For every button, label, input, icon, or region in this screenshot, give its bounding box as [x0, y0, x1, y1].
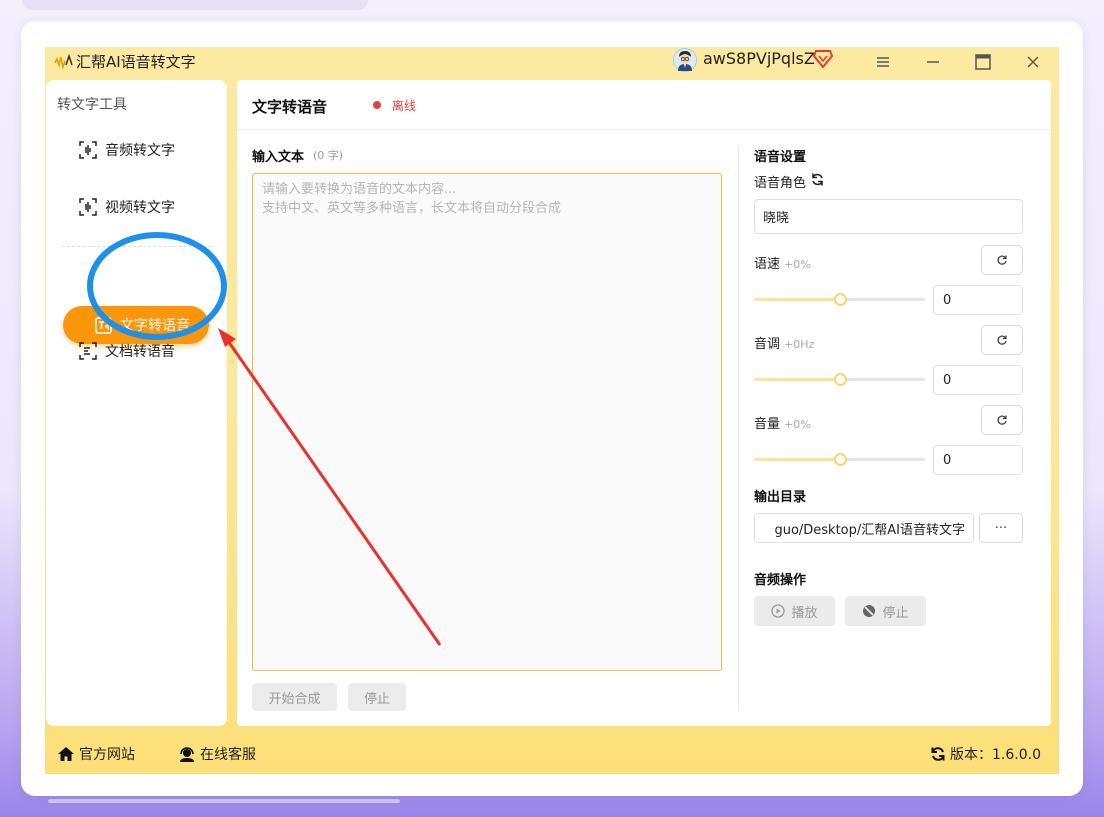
- volume-offset: +0%: [784, 418, 811, 431]
- vip-diamond-icon: [813, 50, 833, 68]
- speed-input[interactable]: 0: [933, 285, 1023, 315]
- pitch-slider[interactable]: [754, 372, 925, 386]
- version-label: 版本：1.6.0.0: [950, 747, 1041, 763]
- main-panel: 文字转语音 离线 输入文本 (0 字) 开始合成 停止 语音设置 语音角色 晓晓…: [237, 80, 1051, 726]
- start-synthesis-button[interactable]: 开始合成: [252, 683, 337, 711]
- voice-role-select[interactable]: 晓晓: [754, 199, 1023, 234]
- voice-role-text: 语音角色: [754, 176, 807, 191]
- voice-role-label: 语音角色: [754, 172, 806, 191]
- speed-label-text: 语速: [754, 257, 781, 272]
- stop-icon: [863, 605, 876, 617]
- status-badge: 离线: [392, 99, 417, 113]
- play-button[interactable]: 播放: [754, 596, 835, 626]
- reset-icon: [997, 255, 1007, 265]
- volume-slider[interactable]: [754, 452, 925, 466]
- sidebar-item-label: 文档转语音: [105, 344, 175, 360]
- sidebar-section-title: 转文字工具: [57, 97, 127, 113]
- app-title: 汇帮AI语音转文字: [76, 53, 196, 71]
- reset-speed-button[interactable]: [981, 245, 1023, 275]
- panel-header: 文字转语音 离线: [237, 80, 1051, 130]
- avatar[interactable]: [673, 48, 697, 72]
- stop-synthesis-button[interactable]: 停止: [348, 683, 406, 711]
- app-window: 汇帮AI语音转文字 awS8PVjPqlsZ 转文字工具 音频转文字 视频转文字…: [45, 47, 1059, 774]
- customer-service-icon: [180, 746, 194, 762]
- video-recognition-icon: [79, 198, 97, 216]
- official-website-link[interactable]: 官方网站: [57, 744, 135, 764]
- play-icon: [771, 604, 786, 618]
- scroll-indicator: [48, 799, 400, 803]
- minimize-icon[interactable]: [921, 50, 945, 74]
- reset-volume-button[interactable]: [981, 405, 1023, 435]
- version-info[interactable]: 版本：1.6.0.0: [930, 744, 1041, 764]
- sidebar-item-label: 音频转文字: [105, 143, 175, 159]
- app-logo-icon: [54, 53, 73, 71]
- panel-divider: [738, 146, 739, 711]
- pitch-label: 音调 +0Hz: [754, 333, 814, 352]
- refresh-voices-icon[interactable]: [810, 172, 825, 187]
- maximize-icon[interactable]: [971, 50, 995, 74]
- sidebar-item-label: 文字转语音: [120, 318, 190, 334]
- close-icon[interactable]: [1021, 50, 1045, 74]
- stop-audio-button[interactable]: 停止: [845, 596, 926, 626]
- volume-label-text: 音量: [754, 417, 781, 432]
- support-label: 在线客服: [200, 747, 256, 763]
- volume-label: 音量 +0%: [754, 413, 811, 432]
- output-dir-label: 输出目录: [754, 490, 807, 505]
- audio-ops-label: 音频操作: [754, 573, 807, 588]
- text-input[interactable]: [252, 173, 722, 671]
- pitch-label-text: 音调: [754, 337, 781, 352]
- status-dot: [373, 101, 381, 109]
- speed-label: 语速 +0%: [754, 253, 811, 272]
- sidebar-divider: [62, 246, 212, 247]
- pitch-offset: +0Hz: [784, 338, 815, 351]
- website-label: 官方网站: [79, 747, 135, 763]
- menu-icon[interactable]: [871, 50, 895, 74]
- pitch-input[interactable]: 0: [933, 365, 1023, 395]
- sidebar-item-video-to-text[interactable]: 视频转文字: [79, 195, 175, 219]
- update-icon: [931, 747, 945, 761]
- character-count: (0 字): [313, 149, 344, 162]
- play-label: 播放: [791, 605, 818, 621]
- speed-offset: +0%: [784, 258, 811, 271]
- title-bar: 汇帮AI语音转文字 awS8PVjPqlsZ: [45, 47, 1059, 77]
- reset-icon: [997, 335, 1007, 345]
- background-panel: [22, 0, 368, 10]
- home-icon: [58, 747, 74, 761]
- sidebar: 转文字工具 音频转文字 视频转文字 文字转语音 文档转语音: [46, 80, 227, 726]
- reset-icon: [997, 415, 1007, 425]
- stop-label: 停止: [882, 605, 909, 621]
- sidebar-item-audio-to-text[interactable]: 音频转文字: [79, 138, 175, 162]
- voice-settings-title: 语音设置: [754, 150, 807, 165]
- volume-input[interactable]: 0: [933, 445, 1023, 475]
- page-title: 文字转语音: [252, 98, 328, 116]
- input-text-label: 输入文本: [252, 150, 305, 165]
- browse-button[interactable]: ···: [979, 513, 1023, 543]
- audio-recognition-icon: [79, 141, 97, 159]
- sidebar-item-doc-to-speech[interactable]: 文档转语音: [79, 339, 175, 363]
- reset-pitch-button[interactable]: [981, 325, 1023, 355]
- document-speech-icon: [79, 342, 97, 360]
- sidebar-item-label: 视频转文字: [105, 200, 175, 216]
- speed-slider[interactable]: [754, 292, 925, 306]
- output-path-input[interactable]: guo/Desktop/汇帮AI语音转文字: [754, 513, 974, 543]
- text-to-speech-icon: [95, 316, 112, 334]
- online-support-link[interactable]: 在线客服: [178, 744, 256, 764]
- username[interactable]: awS8PVjPqlsZ: [703, 49, 815, 68]
